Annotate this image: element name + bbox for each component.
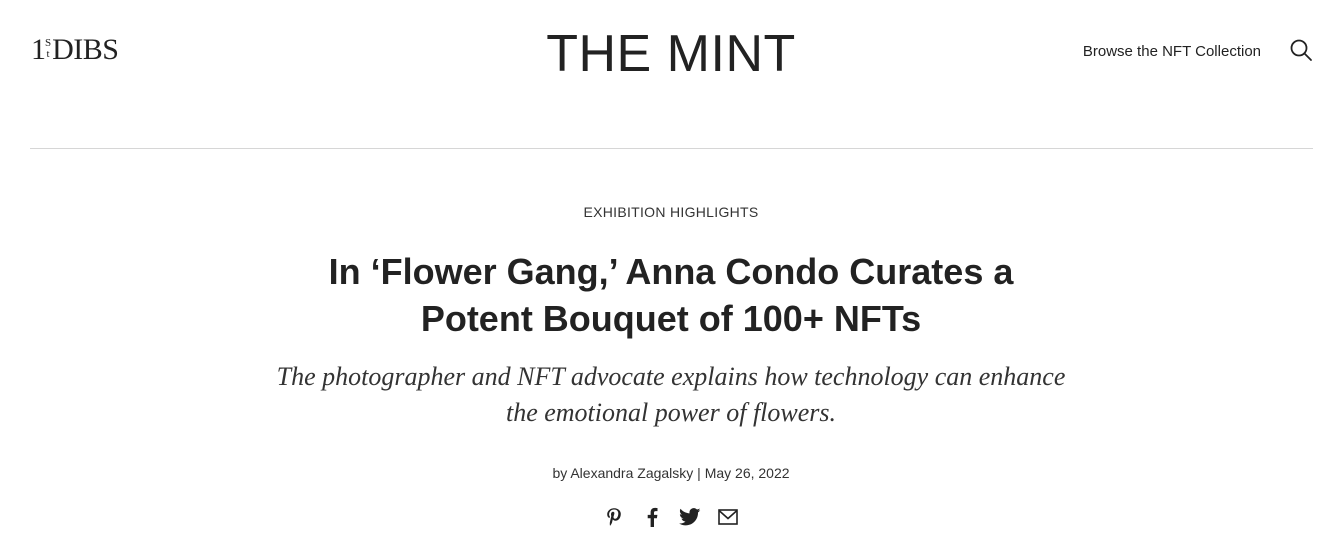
search-icon	[1290, 39, 1312, 61]
share-bar	[601, 505, 740, 529]
article-byline: by Alexandra Zagalsky | May 26, 2022	[552, 465, 790, 481]
twitter-icon	[678, 508, 700, 526]
facebook-icon	[647, 507, 657, 527]
pinterest-icon	[606, 508, 621, 526]
email-icon	[717, 509, 738, 525]
article-headline: In ‘Flower Gang,’ Anna Condo Curates a P…	[328, 251, 1014, 339]
share-email-button[interactable]	[715, 505, 740, 529]
site-header: 1 S t DIBS THE MINT Browse the NFT Colle…	[0, 0, 1342, 148]
search-button[interactable]	[1288, 37, 1314, 63]
header-divider	[30, 148, 1313, 149]
share-facebook-button[interactable]	[639, 505, 664, 529]
article-dek: The photographer and NFT advocate explai…	[276, 362, 1066, 427]
browse-nft-collection-link[interactable]: Browse the NFT Collection	[1083, 42, 1261, 62]
page: 1 S t DIBS THE MINT Browse the NFT Colle…	[0, 0, 1342, 551]
site-title[interactable]: THE MINT	[546, 25, 796, 83]
share-twitter-button[interactable]	[677, 505, 702, 529]
share-pinterest-button[interactable]	[601, 505, 626, 529]
article-category[interactable]: EXHIBITION HIGHLIGHTS	[0, 203, 1342, 221]
